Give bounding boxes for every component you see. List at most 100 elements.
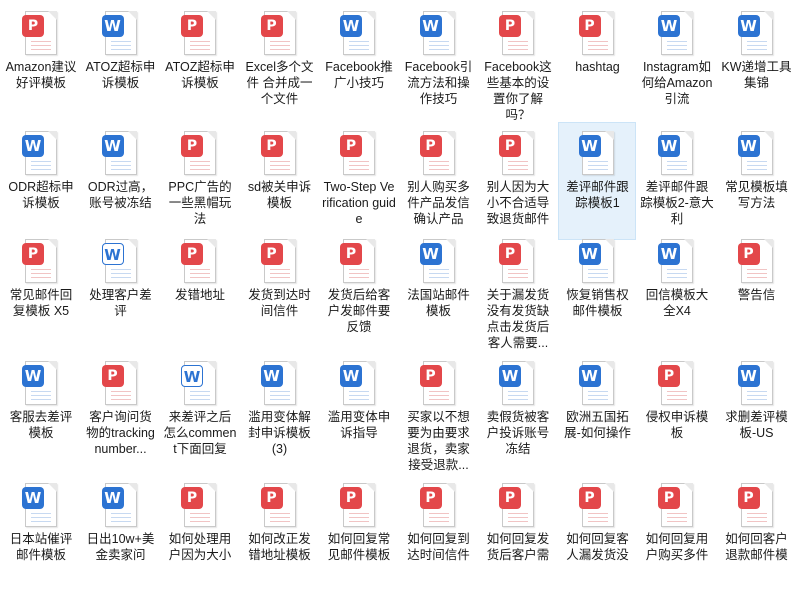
file-item[interactable]: P Excel多个文件 合并成一个文件	[240, 2, 318, 120]
word-file-icon: W	[181, 361, 219, 407]
file-item[interactable]: W ODR过高，账号被冻结	[81, 122, 159, 240]
word-file-icon: W	[578, 239, 617, 285]
pdf-file-icon: P	[737, 483, 776, 529]
file-item[interactable]: P PPC广告的一些黑帽玩法	[160, 122, 238, 240]
file-item[interactable]: P 警告信	[717, 230, 795, 348]
file-item[interactable]: P 别人购买多件产品发信确认产品	[399, 122, 477, 240]
word-file-icon: W	[260, 361, 299, 407]
file-item[interactable]: W 滥用变体申诉指导	[319, 352, 397, 470]
file-item[interactable]: W ATOZ超标申诉模板	[81, 2, 159, 120]
pdf-file-icon: P	[340, 131, 378, 177]
file-item[interactable]: P 发错地址	[160, 230, 238, 348]
file-item[interactable]: P 如何改正发错地址模板	[240, 474, 318, 592]
file-item[interactable]: P 如何回复客人漏发货没	[558, 474, 636, 592]
file-item[interactable]: P 关于漏发货没有发货缺点击发货后客人需要...	[478, 230, 556, 350]
pdf-file-icon: P	[260, 239, 299, 285]
word-file-icon: W	[22, 361, 60, 407]
file-item[interactable]: W 客服去差评模板	[1, 352, 79, 470]
file-name-label: 常见邮件回复模板 X5	[9, 288, 73, 318]
file-item[interactable]: W 恢复销售权邮件模板	[558, 230, 636, 348]
file-item[interactable]: W 处理客户差评	[81, 230, 159, 348]
pdf-file-icon: P	[340, 239, 378, 285]
word-file-icon: W	[658, 131, 696, 177]
file-item[interactable]: W 来差评之后怎么comment下面回复	[160, 352, 238, 470]
file-name-label: KW递增工具集锦	[721, 60, 792, 90]
file-item[interactable]: P 发货到达时间信件	[240, 230, 318, 348]
file-item[interactable]: W 法国站邮件模板	[399, 230, 477, 348]
file-name-label: 发货后给客户发邮件要反馈	[327, 288, 391, 334]
file-item[interactable]: P Amazon建议好评模板	[1, 2, 79, 120]
file-item[interactable]: P 买家以不想要为由要求退货，卖家接受退款...	[399, 352, 477, 472]
file-item[interactable]: W Facebook引流方法和操作技巧	[399, 2, 477, 120]
file-item[interactable]: W Facebook推广小技巧	[319, 2, 397, 120]
word-file-icon: W	[578, 131, 617, 177]
file-name-label: ODR超标申诉模板	[8, 180, 74, 210]
file-item[interactable]: P 如何回复到达时间信件	[399, 474, 477, 592]
file-item[interactable]: W 欧洲五国拓展-如何操作	[558, 352, 636, 470]
pdf-file-icon: P	[260, 131, 299, 177]
word-file-icon: W	[419, 239, 458, 285]
file-item[interactable]: W 回信模板大全X4	[637, 230, 715, 348]
file-item[interactable]: W 求删差评模板-US	[717, 352, 795, 470]
file-item[interactable]: P 客户询问货物的tracking number...	[81, 352, 159, 470]
pdf-file-icon: P	[419, 483, 458, 529]
file-name-label: 警告信	[737, 288, 776, 302]
pdf-file-icon: P	[658, 361, 696, 407]
pdf-file-icon: P	[181, 239, 219, 285]
file-item[interactable]: W 日本站催评邮件模板	[1, 474, 79, 592]
file-item[interactable]: P Two-Step Verification guide	[319, 122, 397, 240]
file-item[interactable]: P 如何回复发货后客户需	[478, 474, 556, 592]
file-name-label: 来差评之后怎么comment下面回复	[163, 410, 237, 456]
file-name-label: 法国站邮件模板	[407, 288, 470, 318]
file-item[interactable]: P Facebook这些基本的设置你了解吗？	[478, 2, 556, 122]
word-file-icon: W	[499, 361, 537, 407]
file-grid: P Amazon建议好评模板 W ATOZ超标申诉模板 P ATOZ超标申诉模板 P Exce…	[0, 0, 800, 562]
word-file-icon: W	[737, 11, 776, 57]
file-name-label: Instagram如何给Amazon引流	[641, 60, 713, 106]
file-item[interactable]: P 如何回复常见邮件模板	[319, 474, 397, 592]
word-file-icon: W	[578, 361, 617, 407]
file-name-label: ATOZ超标申诉模板	[85, 60, 156, 90]
file-item[interactable]: W 差评邮件跟踪模板2-意大利	[637, 122, 715, 240]
file-name-label: 客服去差评模板	[9, 410, 73, 440]
file-item[interactable]: W 差评邮件跟踪模板1	[557, 122, 636, 240]
pdf-file-icon: P	[499, 11, 537, 57]
file-item[interactable]: W 卖假货被客户投诉账号冻结	[478, 352, 556, 470]
file-name-label: ATOZ超标申诉模板	[165, 60, 235, 90]
file-item[interactable]: Psd被关申诉模板	[240, 122, 318, 240]
word-file-icon: W	[419, 11, 458, 57]
file-name-label: 如何回复用户购买多件	[645, 532, 709, 562]
file-item[interactable]: W 滥用变体解封申诉模板(3)	[240, 352, 318, 470]
pdf-file-icon: P	[499, 239, 537, 285]
file-item[interactable]: P ATOZ超标申诉模板	[160, 2, 238, 120]
file-item[interactable]: P 侵权申诉模板	[637, 352, 715, 470]
file-item[interactable]: P 如何回客户退款邮件模	[717, 474, 795, 592]
word-file-icon: W	[101, 239, 140, 285]
file-name-label: 处理客户差评	[89, 288, 152, 318]
file-item[interactable]: P 别人因为大小不合适导致退货邮件	[478, 122, 556, 240]
file-item[interactable]: P 常见邮件回复模板 X5	[1, 230, 79, 348]
pdf-file-icon: P	[260, 483, 299, 529]
file-item[interactable]: W 日出10w+美金卖家问	[81, 474, 159, 592]
file-name-label: 如何回复发货后客户需	[486, 532, 550, 562]
file-name-label: 滥用变体申诉指导	[327, 410, 391, 440]
pdf-file-icon: P	[578, 11, 617, 57]
file-item[interactable]: W Instagram如何给Amazon引流	[637, 2, 715, 120]
file-item[interactable]: W 常见模板填写方法	[717, 122, 795, 240]
pdf-file-icon: P	[419, 131, 458, 177]
word-file-icon: W	[101, 483, 140, 529]
file-name-label: Two-Step Verification guide	[322, 180, 396, 226]
file-item[interactable]: P 如何处理用户因为大小	[160, 474, 238, 592]
file-name-label: 卖假货被客户投诉账号冻结	[486, 410, 550, 456]
file-name-label: 如何回复到达时间信件	[407, 532, 470, 562]
file-item[interactable]: W ODR超标申诉模板	[1, 122, 79, 240]
file-name-label: 如何回客户退款邮件模	[725, 532, 788, 562]
file-item[interactable]: P 如何回复用户购买多件	[637, 474, 715, 592]
file-item[interactable]: W KW递增工具集锦	[717, 2, 795, 120]
pdf-file-icon: P	[101, 361, 140, 407]
file-name-label: 恢复销售权邮件模板	[566, 288, 629, 318]
file-item[interactable]: Phashtag	[558, 2, 636, 120]
pdf-file-icon: P	[737, 239, 776, 285]
file-item[interactable]: P 发货后给客户发邮件要反馈	[319, 230, 397, 348]
word-file-icon: W	[737, 361, 776, 407]
